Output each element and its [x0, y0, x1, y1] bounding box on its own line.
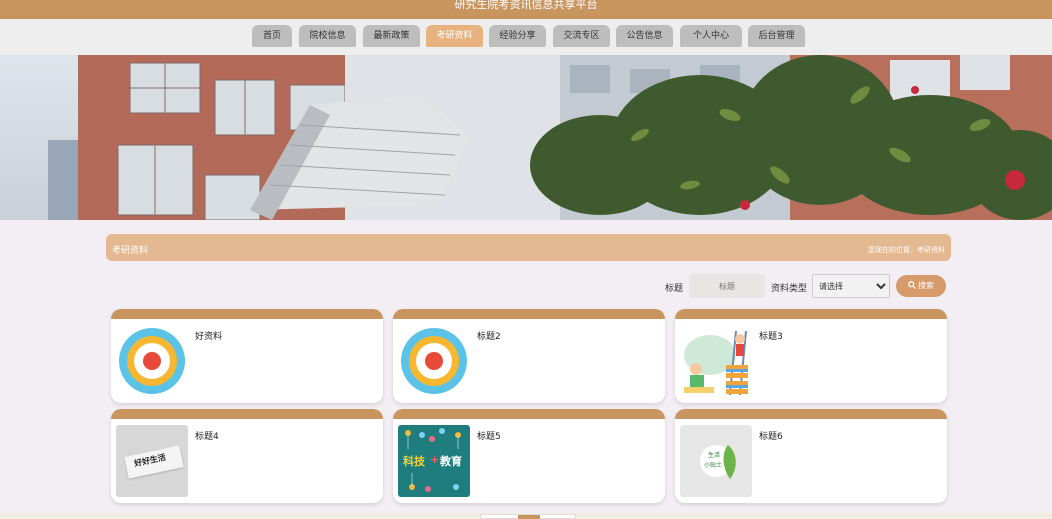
science-text: 科技	[403, 455, 425, 468]
material-card[interactable]: 标题2	[393, 309, 665, 403]
current-page-button[interactable]	[518, 515, 540, 519]
breadcrumb: 您现在的位置：考研资料	[868, 246, 945, 254]
type-select[interactable]: 请选择	[812, 274, 890, 298]
search-icon	[908, 281, 916, 289]
app-title: 研究生院考资讯信息共享平台	[454, 0, 598, 11]
tips-text: 小贴士	[704, 462, 723, 469]
card-cap	[393, 309, 665, 319]
card-title: 标题6	[759, 432, 783, 442]
nav-item-admin[interactable]: 后台管理	[748, 25, 805, 47]
search-button[interactable]: 搜索	[896, 275, 946, 297]
nav-item-forum[interactable]: 交流专区	[553, 25, 610, 47]
app-title-bar: 研究生院考资讯信息共享平台	[0, 0, 1052, 19]
card-cap	[675, 309, 947, 319]
pagination	[480, 514, 576, 519]
plus-text: +	[430, 453, 440, 466]
card-title: 标题5	[477, 432, 501, 442]
campus-banner-image	[0, 55, 1052, 220]
title-search-input[interactable]	[689, 274, 765, 298]
card-cap	[393, 409, 665, 419]
nav-item-policies[interactable]: 最新政策	[363, 25, 420, 47]
card-title: 好资料	[195, 332, 223, 342]
card-title: 标题3	[759, 332, 783, 342]
nav-item-profile[interactable]: 个人中心	[680, 25, 742, 47]
card-title: 标题4	[195, 432, 219, 442]
nav-item-experience[interactable]: 经验分享	[489, 25, 546, 47]
material-card[interactable]: 标题3	[675, 309, 947, 403]
nav-item-materials[interactable]: 考研资料	[426, 25, 483, 47]
good-life-thumbnail: 好好生活	[116, 425, 188, 497]
circular-diagram-thumbnail	[398, 325, 470, 397]
card-cap	[675, 409, 947, 419]
material-card[interactable]: 好资料	[111, 309, 383, 403]
card-cap	[111, 309, 383, 319]
section-header: 考研资料 您现在的位置：考研资料	[106, 234, 951, 261]
life-tips-thumbnail: 生活 小贴士	[680, 425, 752, 497]
card-title: 标题2	[477, 332, 501, 342]
title-filter-label: 标题	[665, 284, 684, 294]
education-text: 教育	[440, 455, 462, 468]
material-card[interactable]: 科技 + 教育 标题5	[393, 409, 665, 503]
nav-item-home[interactable]: 首页	[252, 25, 292, 47]
life-text: 生活	[708, 452, 721, 459]
nav-item-schools[interactable]: 院校信息	[299, 25, 356, 47]
main-nav: 首页 院校信息 最新政策 考研资料 经验分享 交流专区 公告信息 个人中心 后台…	[0, 19, 1052, 55]
nav-item-announcements[interactable]: 公告信息	[616, 25, 673, 47]
type-filter-label: 资料类型	[771, 284, 808, 294]
section-title: 考研资料	[112, 246, 149, 256]
material-card[interactable]: 生活 小贴士 标题6	[675, 409, 947, 503]
science-education-thumbnail: 科技 + 教育	[398, 425, 470, 497]
circular-diagram-thumbnail	[116, 325, 188, 397]
search-button-label: 搜索	[918, 281, 934, 290]
card-cap	[111, 409, 383, 419]
kids-reading-thumbnail	[680, 325, 752, 397]
material-card[interactable]: 好好生活 标题4	[111, 409, 383, 503]
